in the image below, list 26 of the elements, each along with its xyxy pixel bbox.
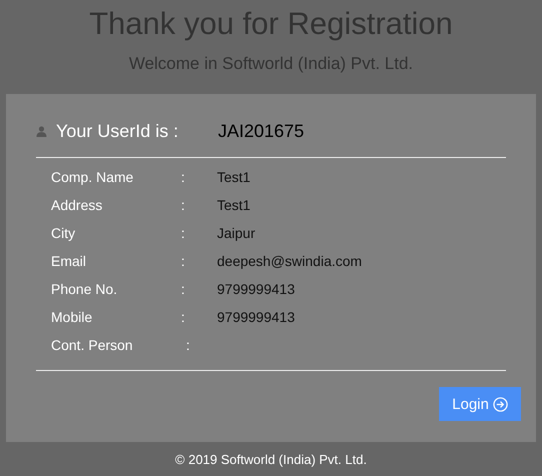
userid-label: Your UserId is : <box>56 121 180 142</box>
field-label: Comp. Name <box>51 169 134 185</box>
field-label: Email <box>51 253 88 269</box>
separator: : <box>181 309 185 325</box>
field-value: Test1 <box>217 197 252 213</box>
field-value: deepesh@swindia.com <box>217 253 363 269</box>
separator: : <box>181 253 185 269</box>
field-label: Cont. Person <box>51 337 134 353</box>
separator: : <box>181 169 185 185</box>
field-value: Jaipur <box>217 225 256 241</box>
login-button[interactable]: Login <box>439 387 521 421</box>
separator: : <box>181 281 185 297</box>
field-value: 9799999413 <box>217 281 296 297</box>
user-icon <box>36 126 47 137</box>
field-label: City <box>51 225 76 241</box>
field-label: Phone No. <box>51 281 118 297</box>
field-label: Address <box>51 197 104 213</box>
field-value: Test1 <box>217 169 252 185</box>
arrow-circle-icon <box>492 396 508 412</box>
separator: : <box>185 337 190 353</box>
copyright-text: © 2019 Softworld (India) Pvt. Ltd. <box>175 452 367 467</box>
separator: : <box>181 225 185 241</box>
separator: : <box>181 197 185 213</box>
userid-value: JAI201675 <box>218 121 304 142</box>
field-value: 9799999413 <box>217 309 296 325</box>
field-label: Mobile <box>51 309 94 325</box>
